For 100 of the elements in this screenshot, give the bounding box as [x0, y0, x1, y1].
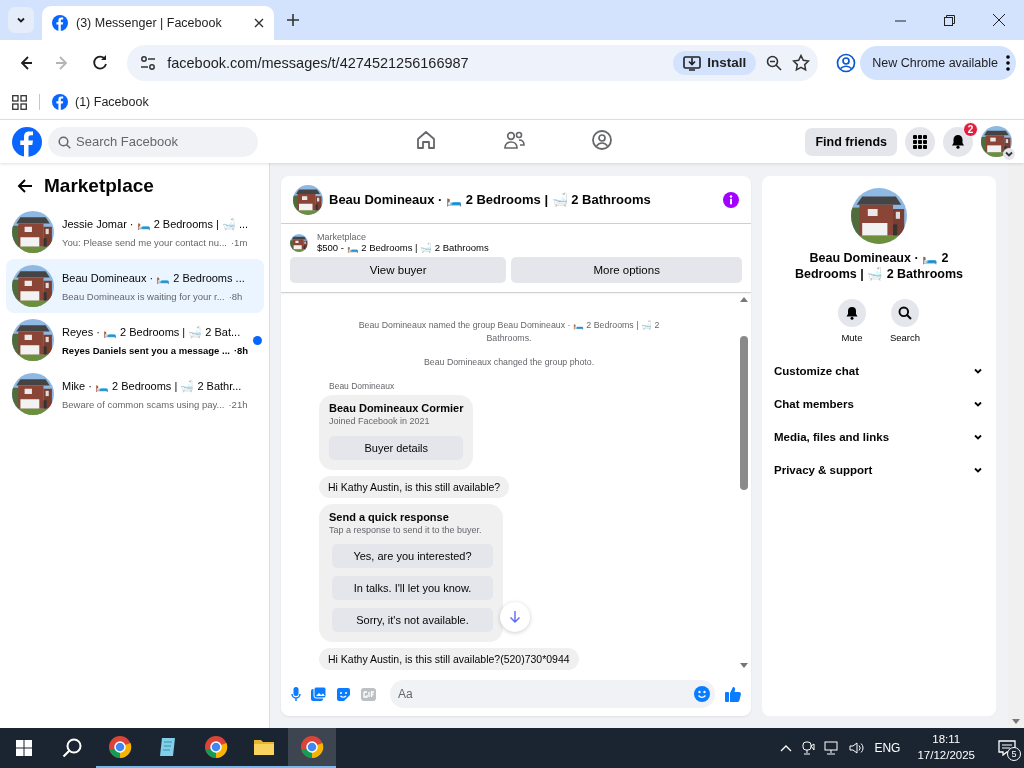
scroll-down-icon[interactable]: [740, 663, 748, 668]
down-arrow-icon: [509, 610, 521, 624]
browser-tab[interactable]: (3) Messenger | Facebook: [42, 6, 274, 40]
logo-icon[interactable]: [52, 94, 68, 110]
search-icon: [898, 305, 912, 320]
unread-dot: [253, 335, 262, 345]
update-button[interactable]: New Chrome available: [860, 45, 1016, 80]
message-field[interactable]: Aa: [390, 680, 715, 708]
search-icon: [58, 135, 71, 149]
card-subtitle: Tap a response to send it to the buyer.: [329, 525, 483, 536]
emoji-icon[interactable]: [694, 686, 710, 702]
microphone-icon[interactable]: [291, 686, 301, 702]
section-row[interactable]: Privacy & support: [768, 453, 990, 487]
search-icon: [62, 738, 82, 758]
scroll-down-icon[interactable]: [1012, 719, 1020, 724]
account-menu-button[interactable]: [1003, 148, 1015, 160]
conversation-item[interactable]: Mike · 🛏 2 Bedrooms | 🛁 2 Bathr... Beware of common scams using pay... ·21h: [6, 367, 264, 421]
notification-count: 5: [1007, 747, 1021, 761]
section-row[interactable]: Media, files and links: [768, 420, 990, 454]
find-friends-button[interactable]: Find friends: [805, 127, 897, 156]
bell-icon: [844, 305, 859, 320]
people-icon: [503, 129, 525, 151]
conversation-item[interactable]: Reyes · 🛏 2 Bedrooms | 🛁 2 Bat... Reyes Daniels sent you a message ... ·8h: [6, 313, 264, 367]
scrollbar-thumb[interactable]: [740, 335, 748, 490]
message-preview: Reyes Daniels sent you a message ...: [62, 343, 230, 357]
quick-reply-button[interactable]: In talks. I'll let you know.: [332, 576, 493, 601]
taskbar-app[interactable]: [288, 728, 336, 768]
menu-button[interactable]: [905, 126, 935, 157]
card-title: Beau Domineaux Cormier: [329, 402, 464, 415]
quick-reply-button[interactable]: Sorry, it's not available.: [332, 608, 493, 633]
card-title: Send a quick response: [329, 511, 450, 524]
message-preview: You: Please send me your contact nu...: [62, 235, 227, 249]
chevron-up-icon[interactable]: [780, 744, 793, 752]
bookmark-link[interactable]: (1) Facebook: [52, 92, 149, 112]
message-time: ·8h: [233, 343, 249, 357]
conversation-item[interactable]: Beau Domineaux · 🛏 2 Bedrooms ... Beau Domineaux is waiting for your r... ·8h: [6, 259, 264, 313]
zoom-icon[interactable]: [766, 54, 783, 71]
conversation-title: Jessie Jomar · 🛏 2 Bedrooms | 🛁 ...: [62, 216, 250, 232]
camera-icon[interactable]: [801, 741, 816, 755]
language-indicator[interactable]: ENG: [874, 741, 901, 755]
volume-icon[interactable]: [849, 741, 866, 755]
sender-name: Beau Domineaux: [329, 381, 395, 392]
message-bubble: Hi Kathy Austin, is this still available?(520)730*0944: [319, 648, 579, 671]
conversation-title: Reyes · 🛏 2 Bedrooms | 🛁 2 Bat...: [62, 324, 242, 340]
more-icon: [1006, 54, 1010, 71]
conversation-item[interactable]: Jessie Jomar · 🛏 2 Bedrooms | 🛁 ... You: Please send me your contact nu... ·1m: [6, 205, 264, 259]
listing-action-button[interactable]: View buyer: [290, 257, 507, 283]
site-settings-icon[interactable]: [139, 53, 158, 72]
message-time: ·21h: [228, 397, 248, 411]
image-icon[interactable]: [311, 687, 326, 701]
sticker-icon[interactable]: [336, 686, 351, 702]
logo-icon[interactable]: [12, 126, 42, 157]
url-text: facebook.com/messages/t/4274521256166987: [167, 54, 470, 71]
restore-icon[interactable]: [944, 14, 955, 26]
clock-date: 17/12/2025: [917, 748, 975, 763]
message-bubble: Hi Kathy Austin, is this still available?: [319, 476, 510, 499]
listing-summary: $500 - 🛏 2 Bedrooms | 🛁 2 Bathrooms: [317, 242, 489, 253]
event-text: Beau Domineaux named the group Beau Domineaux · 🛏 2 Bedrooms | 🛁 2 Bathrooms.: [357, 319, 661, 345]
install-icon: [683, 54, 702, 71]
buyer-details-button[interactable]: Buyer details: [329, 436, 464, 461]
network-icon[interactable]: [824, 741, 841, 755]
notifications-button[interactable]: [943, 126, 973, 157]
home-icon: [415, 129, 437, 151]
message-time: ·1m: [230, 235, 248, 249]
scroll-to-bottom-button[interactable]: [500, 602, 530, 632]
new-tab-icon[interactable]: [286, 13, 300, 27]
grid-menu-icon: [913, 134, 927, 149]
apps-icon[interactable]: [12, 94, 27, 110]
back-arrow-icon[interactable]: [16, 177, 34, 195]
notification-icon[interactable]: [998, 740, 1016, 756]
bell-icon: [951, 134, 965, 149]
scroll-up-icon[interactable]: [740, 297, 748, 302]
install-button[interactable]: Install: [673, 50, 757, 75]
close-icon[interactable]: [993, 14, 1005, 26]
browser-icon: [108, 735, 132, 759]
star-icon[interactable]: [792, 53, 811, 72]
clock[interactable]: 18:11 17/12/2025: [917, 732, 975, 764]
sidebar-title: Marketplace: [44, 175, 154, 197]
thumbs-up-icon[interactable]: [725, 686, 741, 702]
message-preview: Beau Domineaux is waiting for your r...: [62, 289, 225, 303]
search-field[interactable]: Search Facebook: [48, 126, 258, 157]
section-row[interactable]: Customize chat: [768, 354, 990, 388]
browser-icon: [204, 735, 228, 759]
logo-icon[interactable]: [52, 15, 68, 31]
section-row[interactable]: Chat members: [768, 387, 990, 421]
info-icon[interactable]: [723, 191, 739, 208]
chat-name: Beau Domineaux · 🛏 2 Bedrooms | 🛁 2 Bathrooms: [793, 250, 965, 283]
conversation-title: Beau Domineaux · 🛏 2 Bedrooms ...: [62, 270, 246, 286]
message-preview: Beware of common scams using pay...: [62, 397, 225, 411]
message-time: ·8h: [228, 289, 243, 303]
clock-time: 18:11: [932, 732, 961, 748]
person-circle-icon: [591, 129, 613, 151]
quick-reply-button[interactable]: Yes, are you interested?: [332, 544, 493, 569]
card-subtitle: Joined Facebook in 2021: [329, 416, 431, 427]
conversation-title: Mike · 🛏 2 Bedrooms | 🛁 2 Bathr...: [62, 378, 243, 394]
notification-count: 2: [963, 121, 978, 137]
close-icon[interactable]: [254, 18, 264, 28]
listing-action-button[interactable]: More options: [511, 257, 742, 283]
address-bar[interactable]: facebook.com/messages/t/4274521256166987 Install: [127, 44, 819, 81]
profile-icon[interactable]: [836, 52, 857, 73]
